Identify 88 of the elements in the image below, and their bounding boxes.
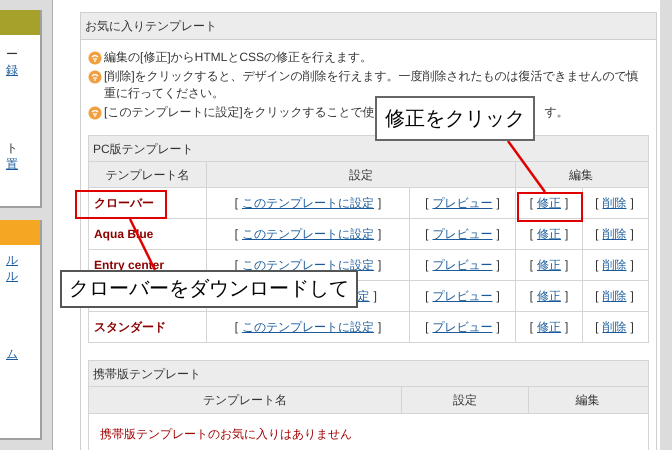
bracket-text: ] bbox=[565, 195, 568, 212]
action-link[interactable]: このテンプレートに設定 bbox=[242, 225, 374, 243]
bracket-text: ] bbox=[378, 195, 382, 212]
bracket-text: ] bbox=[496, 319, 500, 336]
bracket-text: [ bbox=[530, 257, 533, 274]
sidebar-link[interactable]: ル bbox=[6, 251, 18, 267]
bracket-text: ] bbox=[630, 257, 634, 274]
bracket-text: [ bbox=[425, 319, 428, 336]
bracket-text: ] bbox=[496, 288, 500, 305]
bracket-text: ] bbox=[565, 288, 568, 305]
callout-text: 修正をクリック bbox=[385, 106, 525, 132]
action-link[interactable]: 削除 bbox=[602, 287, 626, 305]
bracket-text: [ bbox=[425, 288, 428, 305]
sidebar-link[interactable]: 録 bbox=[6, 61, 18, 77]
action-link[interactable]: プレビュー bbox=[432, 194, 492, 212]
note-text: [削除]をクリックすると、デザインの削除を行えます。一度削除されたものは復活できませんので慎重に行ってください。 bbox=[104, 68, 640, 102]
highlight-frame bbox=[517, 192, 583, 222]
table-title: 携帯版テンプレート bbox=[93, 366, 201, 382]
bracket-text: ] bbox=[565, 257, 568, 274]
bracket-text: ] bbox=[496, 195, 500, 212]
callout-text: クローバーをダウンロードして bbox=[69, 277, 349, 302]
action-link[interactable]: 修正 bbox=[537, 225, 561, 243]
empty-message: 携帯版テンプレートのお気に入りはありません bbox=[100, 426, 352, 443]
action-link[interactable]: プレビュー bbox=[432, 225, 492, 243]
bracket-text: [ bbox=[595, 195, 598, 212]
lightbulb-icon bbox=[88, 106, 102, 120]
action-link[interactable]: プレビュー bbox=[432, 318, 492, 336]
action-link[interactable]: プレビュー bbox=[432, 287, 492, 305]
template-name: スタンダード bbox=[94, 319, 166, 336]
action-link[interactable]: 削除 bbox=[602, 318, 626, 336]
bracket-text: ] bbox=[630, 288, 634, 305]
sidebar-text: ト bbox=[6, 140, 18, 155]
bracket-text: ] bbox=[565, 319, 568, 336]
action-link[interactable]: 修正 bbox=[537, 287, 561, 305]
bracket-text: [ bbox=[530, 226, 533, 243]
bracket-text: ] bbox=[630, 319, 634, 336]
column-header: 設定 bbox=[349, 166, 373, 184]
sidebar-link[interactable]: ム bbox=[6, 345, 18, 361]
lightbulb-icon bbox=[88, 70, 102, 84]
action-link[interactable]: 定 bbox=[358, 287, 370, 305]
column-header: テンプレート名 bbox=[203, 392, 287, 409]
action-link[interactable]: このテンプレートに設定 bbox=[242, 194, 374, 212]
bracket-text: [ bbox=[595, 319, 598, 336]
bracket-text: [ bbox=[595, 288, 598, 305]
bracket-text: [ bbox=[234, 226, 238, 243]
column-header: 設定 bbox=[453, 392, 477, 409]
bracket-text: [ bbox=[425, 195, 428, 212]
sidebar-link[interactable]: ル bbox=[6, 267, 18, 283]
bracket-text: [ bbox=[530, 319, 533, 336]
leader-line bbox=[506, 140, 546, 193]
panel-title: お気に入りテンプレート bbox=[85, 18, 217, 35]
lightbulb-icon bbox=[88, 51, 102, 65]
bracket-text: [ bbox=[234, 195, 238, 212]
bracket-text: ] bbox=[374, 288, 377, 305]
bracket-text: ] bbox=[378, 257, 382, 274]
bracket-text: ] bbox=[496, 257, 500, 274]
action-link[interactable]: 修正 bbox=[537, 194, 561, 212]
bracket-text: [ bbox=[425, 226, 428, 243]
note-text: [このテンプレートに設定]をクリックすることで使 bbox=[104, 104, 375, 121]
sidebar-text: ー bbox=[6, 46, 18, 61]
bracket-text: [ bbox=[595, 257, 598, 274]
column-header: 編集 bbox=[569, 166, 593, 184]
template-name: クローバー bbox=[94, 195, 154, 212]
bracket-text: ] bbox=[496, 226, 500, 243]
action-link[interactable]: プレビュー bbox=[432, 256, 492, 274]
bracket-text: ] bbox=[630, 226, 634, 243]
action-link[interactable]: 修正 bbox=[537, 256, 561, 274]
column-header: 編集 bbox=[576, 392, 600, 409]
bracket-text: [ bbox=[530, 288, 533, 305]
action-link[interactable]: 削除 bbox=[602, 256, 626, 274]
table-title: PC版テンプレート bbox=[93, 140, 194, 158]
action-link[interactable]: 修正 bbox=[537, 318, 561, 336]
action-link[interactable]: 削除 bbox=[602, 194, 626, 212]
bracket-text: [ bbox=[425, 257, 428, 274]
bracket-text: [ bbox=[234, 319, 238, 336]
bracket-text: ] bbox=[565, 226, 568, 243]
bracket-text: ] bbox=[378, 226, 382, 243]
bracket-text: ] bbox=[378, 319, 382, 336]
action-link[interactable]: このテンプレートに設定 bbox=[242, 256, 374, 274]
action-link[interactable]: このテンプレートに設定 bbox=[242, 318, 374, 336]
bracket-text: ] bbox=[630, 195, 634, 212]
action-link[interactable]: 削除 bbox=[602, 225, 626, 243]
note-text: 編集の[修正]からHTMLとCSSの修正を行えます。 bbox=[104, 49, 372, 66]
bracket-text: [ bbox=[595, 226, 598, 243]
note-text: す。 bbox=[544, 104, 569, 121]
bracket-text: [ bbox=[530, 195, 533, 212]
column-header: テンプレート名 bbox=[106, 166, 190, 184]
sidebar-link[interactable]: 置 bbox=[6, 155, 18, 171]
